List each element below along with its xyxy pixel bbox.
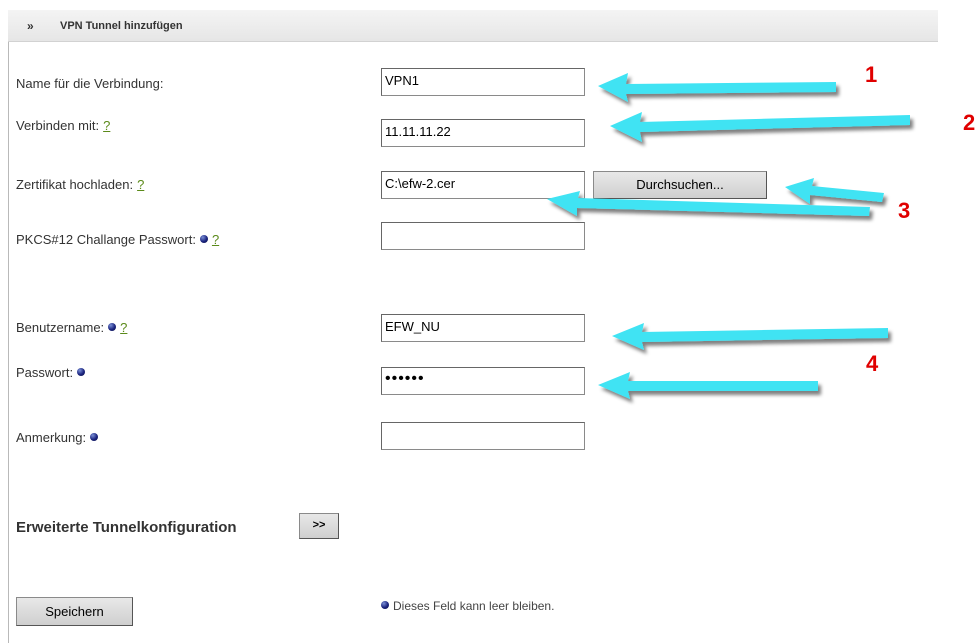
arrow-4b-icon	[598, 372, 818, 399]
arrow-2-icon	[610, 112, 910, 142]
annotation-arrows	[547, 73, 910, 399]
annotation-number-4: 4	[866, 351, 879, 376]
annotation-number-3: 3	[898, 198, 911, 223]
arrow-4a-icon	[612, 323, 888, 350]
annotation-number-1: 1	[865, 62, 878, 87]
arrow-3a-icon	[785, 178, 884, 204]
arrow-1-icon	[598, 73, 836, 102]
annotation-number-2: 2	[963, 110, 976, 135]
